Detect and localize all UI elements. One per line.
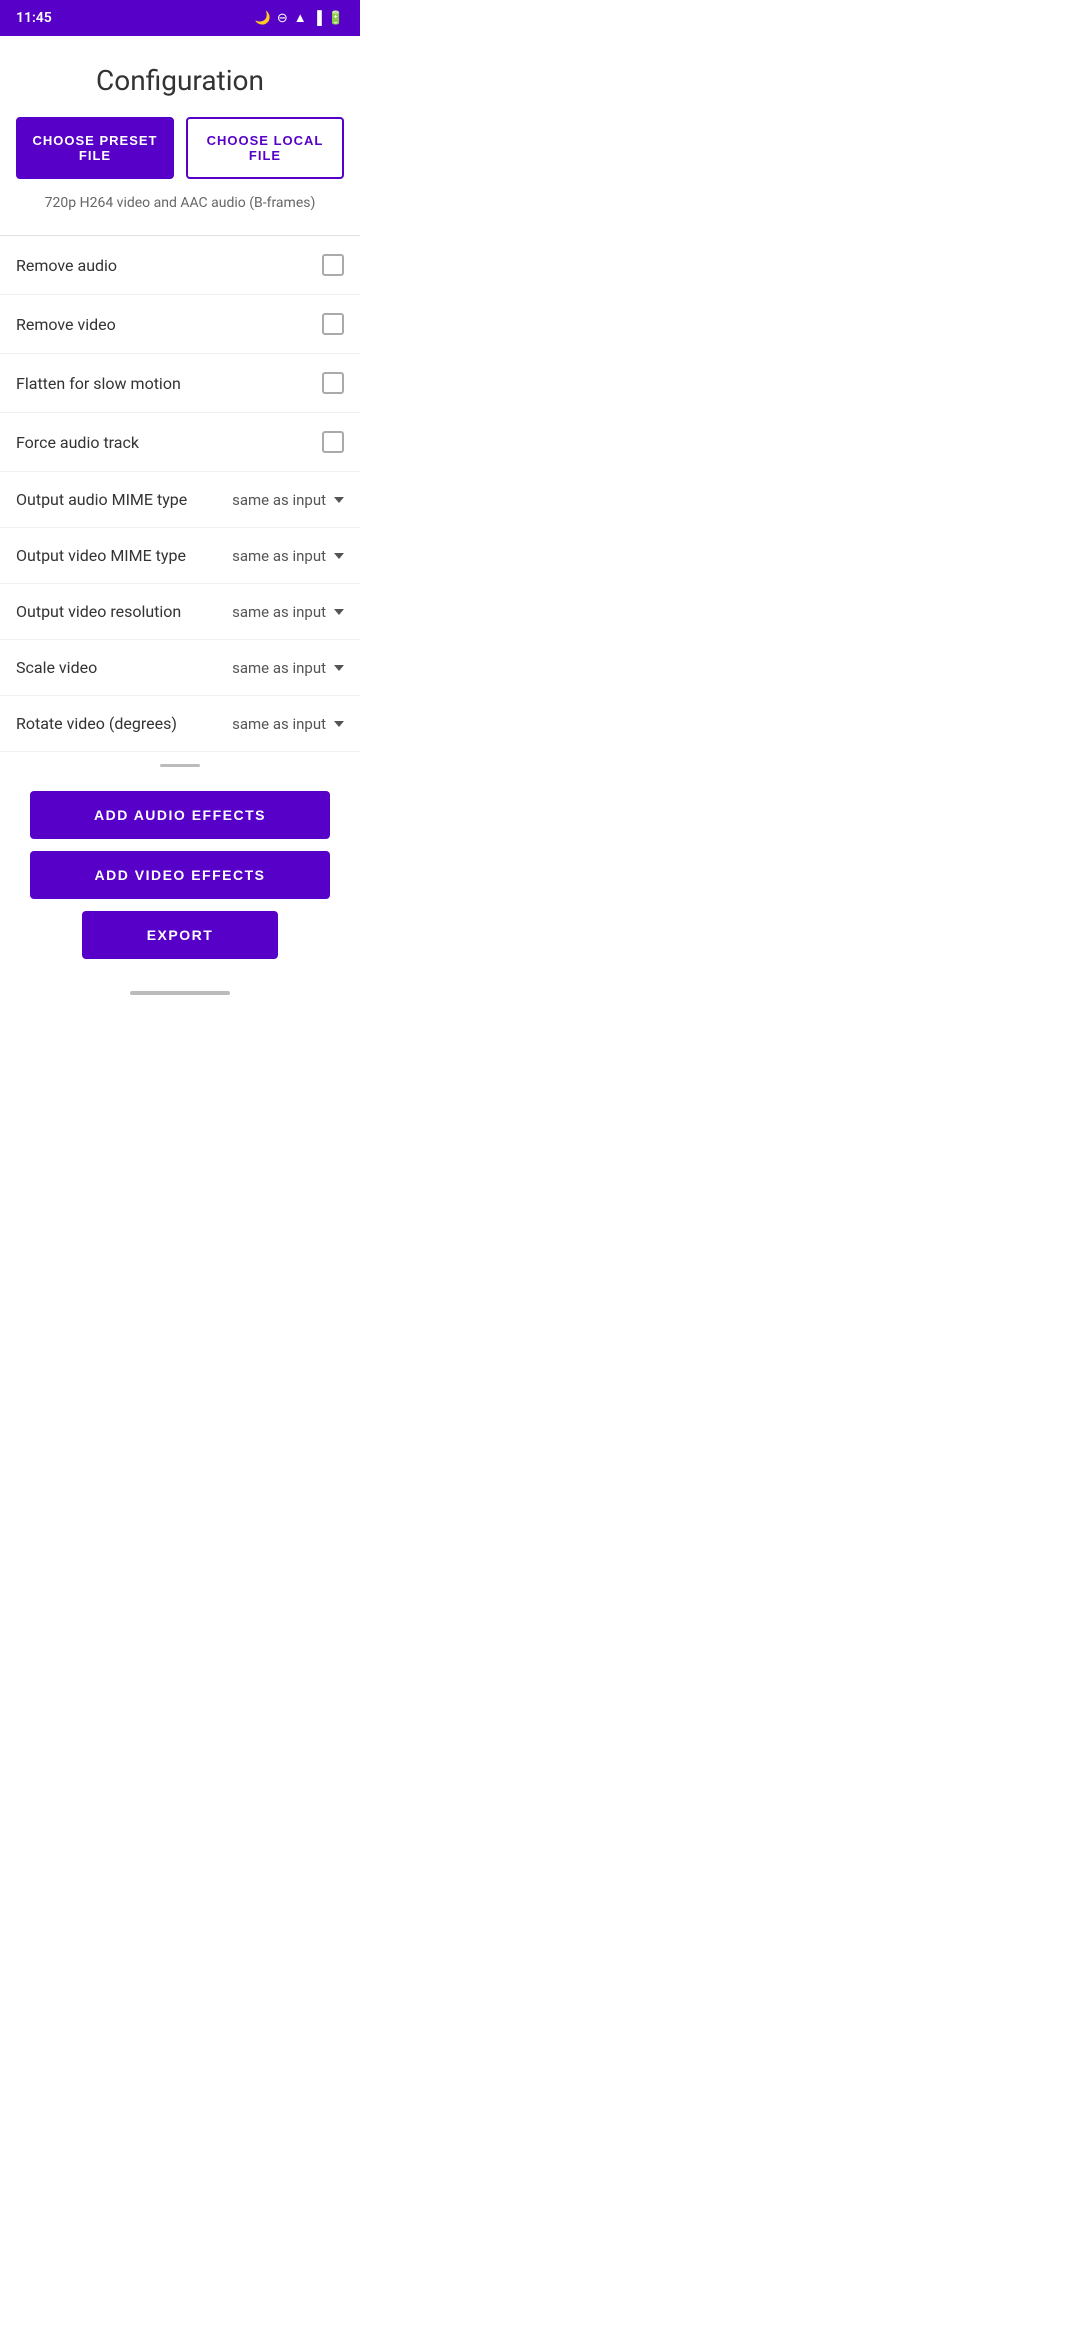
dropdown-rotate-video: Rotate video (degrees) same as input	[0, 696, 360, 752]
scale-video-dropdown[interactable]: same as input	[232, 659, 344, 677]
video-mime-label: Output video MIME type	[16, 546, 232, 565]
export-button[interactable]: EXPORT	[82, 911, 279, 959]
choose-local-button[interactable]: CHOOSE LOCAL FILE	[186, 117, 344, 179]
status-time: 11:45	[16, 10, 52, 26]
force-audio-label: Force audio track	[16, 433, 139, 452]
add-video-effects-button[interactable]: ADD VIDEO EFFECTS	[30, 851, 330, 899]
circle-icon: ⊖	[277, 11, 288, 26]
page-title-container: Configuration	[0, 36, 360, 117]
choose-preset-button[interactable]: CHOOSE PRESET FILE	[16, 117, 174, 179]
video-mime-dropdown[interactable]: same as input	[232, 547, 344, 565]
wifi-icon: ▲	[294, 10, 307, 26]
flatten-slow-checkbox[interactable]	[322, 372, 344, 394]
video-resolution-label: Output video resolution	[16, 602, 232, 621]
scale-video-chevron	[334, 665, 344, 671]
home-bar	[0, 983, 360, 1007]
action-buttons: ADD AUDIO EFFECTS ADD VIDEO EFFECTS EXPO…	[0, 783, 360, 983]
option-remove-audio: Remove audio	[0, 236, 360, 295]
audio-mime-dropdown[interactable]: same as input	[232, 491, 344, 509]
audio-mime-chevron	[334, 497, 344, 503]
force-audio-checkbox[interactable]	[322, 431, 344, 453]
remove-audio-label: Remove audio	[16, 256, 117, 275]
scale-video-value: same as input	[232, 659, 326, 677]
dropdown-audio-mime: Output audio MIME type same as input	[0, 472, 360, 528]
rotate-video-dropdown[interactable]: same as input	[232, 715, 344, 733]
option-flatten-slow: Flatten for slow motion	[0, 354, 360, 413]
scale-video-label: Scale video	[16, 658, 232, 677]
option-force-audio: Force audio track	[0, 413, 360, 472]
option-remove-video: Remove video	[0, 295, 360, 354]
battery-icon: 🔋	[328, 11, 344, 26]
video-resolution-dropdown[interactable]: same as input	[232, 603, 344, 621]
remove-audio-checkbox[interactable]	[322, 254, 344, 276]
remove-video-checkbox[interactable]	[322, 313, 344, 335]
page-title: Configuration	[16, 64, 344, 97]
dropdown-video-resolution: Output video resolution same as input	[0, 584, 360, 640]
home-bar-line	[130, 991, 230, 995]
rotate-video-label: Rotate video (degrees)	[16, 714, 232, 733]
video-mime-value: same as input	[232, 547, 326, 565]
rotate-video-chevron	[334, 721, 344, 727]
buttons-row: CHOOSE PRESET FILE CHOOSE LOCAL FILE	[0, 117, 360, 195]
status-bar: 11:45 🌙 ⊖ ▲ ▐ 🔋	[0, 0, 360, 36]
dropdown-scale-video: Scale video same as input	[0, 640, 360, 696]
audio-mime-label: Output audio MIME type	[16, 490, 232, 509]
flatten-slow-label: Flatten for slow motion	[16, 374, 181, 393]
moon-icon: 🌙	[255, 11, 271, 26]
video-resolution-chevron	[334, 609, 344, 615]
video-mime-chevron	[334, 553, 344, 559]
separator-line	[160, 764, 200, 767]
signal-icon: ▐	[313, 10, 322, 26]
subtitle: 720p H264 video and AAC audio (B-frames)	[0, 195, 360, 235]
audio-mime-value: same as input	[232, 491, 326, 509]
remove-video-label: Remove video	[16, 315, 116, 334]
status-icons: 🌙 ⊖ ▲ ▐ 🔋	[255, 10, 344, 26]
dropdown-video-mime: Output video MIME type same as input	[0, 528, 360, 584]
video-resolution-value: same as input	[232, 603, 326, 621]
add-audio-effects-button[interactable]: ADD AUDIO EFFECTS	[30, 791, 330, 839]
rotate-video-value: same as input	[232, 715, 326, 733]
